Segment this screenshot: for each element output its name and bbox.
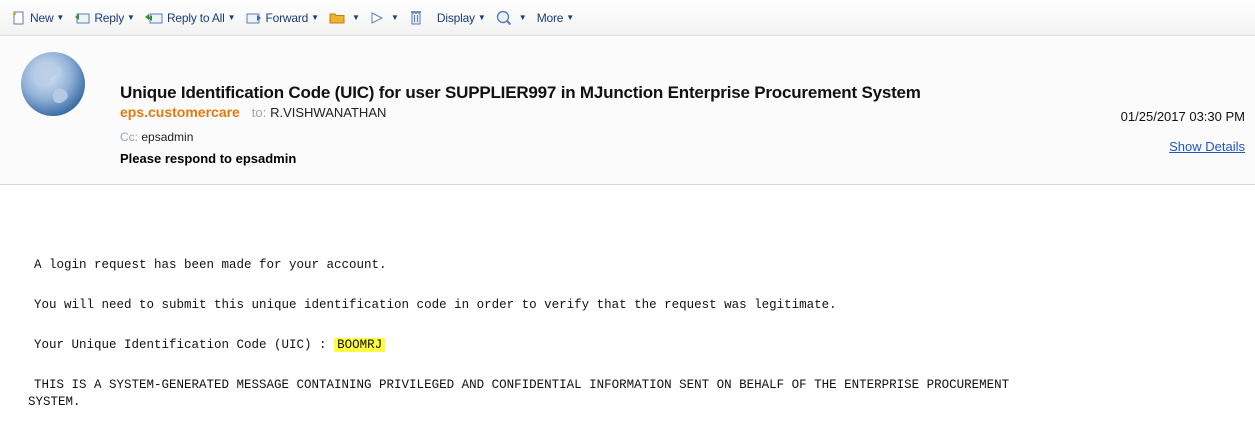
body-line: You will need to submit this unique iden… bbox=[34, 298, 837, 312]
flag-icon bbox=[371, 11, 384, 24]
search-icon bbox=[496, 10, 511, 25]
trash-icon bbox=[410, 11, 421, 25]
body-line: THIS IS A SYSTEM-GENERATED MESSAGE CONTA… bbox=[34, 378, 1010, 392]
uic-label: Your Unique Identification Code (UIC) : bbox=[34, 338, 335, 352]
to-label: to: bbox=[251, 105, 267, 120]
recipient-name[interactable]: R.VISHWANATHAN bbox=[270, 105, 386, 120]
reply-all-label: Reply to All bbox=[166, 10, 225, 25]
chevron-down-icon: ▼ bbox=[352, 13, 360, 22]
display-label: Display bbox=[436, 10, 475, 25]
action-toolbar: New ▼ Reply ▼ Reply to All ▼ Forward ▼ ▼… bbox=[0, 0, 1255, 36]
chevron-down-icon: ▼ bbox=[311, 13, 320, 22]
chevron-down-icon: ▼ bbox=[518, 13, 527, 22]
message-datetime: 01/25/2017 03:30 PM bbox=[1120, 109, 1245, 124]
reply-icon bbox=[75, 13, 90, 23]
chevron-down-icon: ▼ bbox=[56, 13, 65, 22]
respond-to-line: Please respond to epsadmin bbox=[120, 151, 297, 166]
reply-label: Reply bbox=[94, 10, 125, 25]
message-subject: Unique Identification Code (UIC) for use… bbox=[120, 83, 921, 102]
reply-button[interactable]: Reply ▼ bbox=[74, 11, 135, 25]
chevron-down-icon: ▼ bbox=[127, 13, 135, 22]
cc-label: Cc: bbox=[120, 130, 138, 144]
new-button[interactable]: New ▼ bbox=[12, 11, 64, 25]
message-body: A login request has been made for your a… bbox=[0, 0, 1009, 409]
chevron-down-icon: ▼ bbox=[227, 13, 236, 22]
chevron-down-icon: ▼ bbox=[566, 13, 575, 22]
folder-button[interactable]: ▼ bbox=[329, 11, 360, 25]
reply-all-button[interactable]: Reply to All ▼ bbox=[144, 10, 236, 25]
search-button[interactable]: ▼ bbox=[496, 10, 527, 26]
show-details-link[interactable]: Show Details bbox=[1169, 139, 1245, 154]
forward-label: Forward bbox=[265, 10, 309, 25]
reply-all-icon bbox=[144, 13, 163, 23]
folder-icon bbox=[329, 13, 345, 23]
forward-button[interactable]: Forward ▼ bbox=[246, 10, 320, 25]
flag-button[interactable]: ▼ bbox=[370, 11, 399, 25]
uic-line: Your Unique Identification Code (UIC) : … bbox=[34, 338, 386, 352]
from-row: eps.customercare to: R.VISHWANATHAN bbox=[120, 104, 386, 120]
delete-button[interactable] bbox=[409, 10, 427, 25]
message-header: Unique Identification Code (UIC) for use… bbox=[0, 37, 1255, 185]
new-label: New bbox=[30, 10, 54, 25]
more-button[interactable]: More ▼ bbox=[537, 11, 574, 25]
display-button[interactable]: Display ▼ bbox=[437, 11, 486, 25]
cc-recipient[interactable]: epsadmin bbox=[141, 130, 193, 144]
chevron-down-icon: ▼ bbox=[477, 13, 486, 22]
avatar-globe-icon bbox=[21, 52, 85, 116]
more-label: More bbox=[536, 10, 564, 25]
sender-name[interactable]: eps.customercare bbox=[120, 104, 240, 120]
body-line: SYSTEM. bbox=[28, 395, 81, 409]
cc-row: Cc: epsadmin bbox=[120, 130, 193, 144]
uic-code: BOOMRJ bbox=[334, 338, 386, 352]
chevron-down-icon: ▼ bbox=[390, 13, 399, 22]
forward-icon bbox=[246, 13, 261, 23]
body-line: A login request has been made for your a… bbox=[34, 258, 387, 272]
